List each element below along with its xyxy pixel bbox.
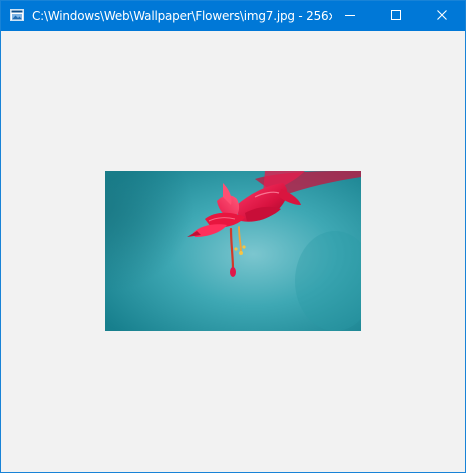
image-window-icon bbox=[10, 9, 24, 21]
minimize-button[interactable] bbox=[327, 1, 373, 31]
minimize-icon bbox=[345, 9, 355, 23]
image-viewer-window: C:\Windows\Web\Wallpaper\Flowers\img7.jp… bbox=[0, 0, 466, 473]
title-bar[interactable]: C:\Windows\Web\Wallpaper\Flowers\img7.jp… bbox=[1, 1, 465, 31]
close-icon bbox=[437, 9, 447, 23]
close-button[interactable] bbox=[419, 1, 465, 31]
image-canvas bbox=[1, 31, 465, 472]
maximize-button[interactable] bbox=[373, 1, 419, 31]
maximize-icon bbox=[391, 9, 401, 23]
flower-image bbox=[105, 171, 361, 331]
window-title: C:\Windows\Web\Wallpaper\Flowers\img7.jp… bbox=[32, 9, 332, 23]
